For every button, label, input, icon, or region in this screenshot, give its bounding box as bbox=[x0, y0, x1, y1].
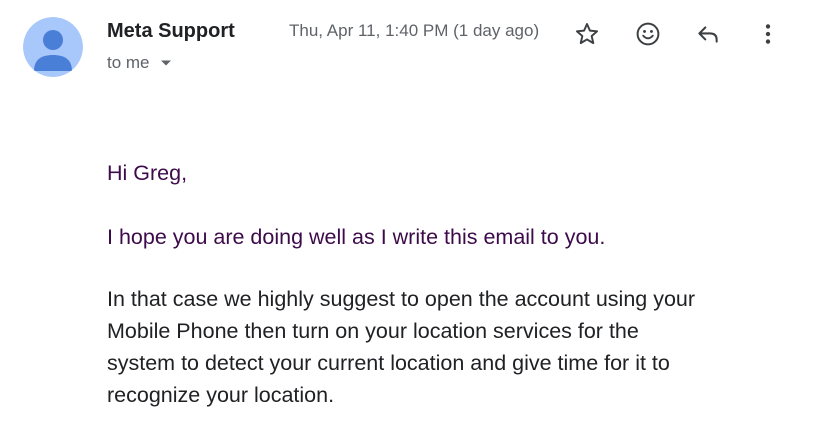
email-timestamp: Thu, Apr 11, 1:40 PM (1 day ago) bbox=[289, 21, 540, 40]
message-line: Mobile Phone then turn on your location … bbox=[107, 319, 639, 343]
message-paragraph-2: In that case we highly suggest to open t… bbox=[107, 283, 807, 411]
reply-icon bbox=[698, 26, 718, 43]
message-line: system to detect your current location a… bbox=[107, 351, 670, 375]
more-options-button[interactable] bbox=[750, 16, 786, 52]
recipient-dropdown[interactable]: to me bbox=[107, 51, 172, 75]
recipient-label: to me bbox=[107, 53, 150, 72]
message-line: In that case we highly suggest to open t… bbox=[107, 287, 696, 311]
sender-avatar[interactable] bbox=[23, 17, 83, 77]
more-vert-icon bbox=[765, 24, 771, 44]
caret-down-icon bbox=[160, 60, 171, 66]
sender-name: Meta Support bbox=[107, 20, 235, 42]
message-greeting: Hi Greg, bbox=[107, 161, 188, 185]
message-paragraph-1: I hope you are doing well as I write thi… bbox=[107, 225, 606, 249]
emoji-reaction-icon bbox=[636, 22, 660, 46]
add-reaction-button[interactable] bbox=[630, 16, 666, 52]
star-button[interactable] bbox=[569, 16, 605, 52]
star-icon bbox=[575, 23, 599, 45]
message-line: recognize your location. bbox=[107, 383, 335, 407]
reply-button[interactable] bbox=[690, 16, 726, 52]
default-avatar-icon bbox=[23, 17, 83, 77]
